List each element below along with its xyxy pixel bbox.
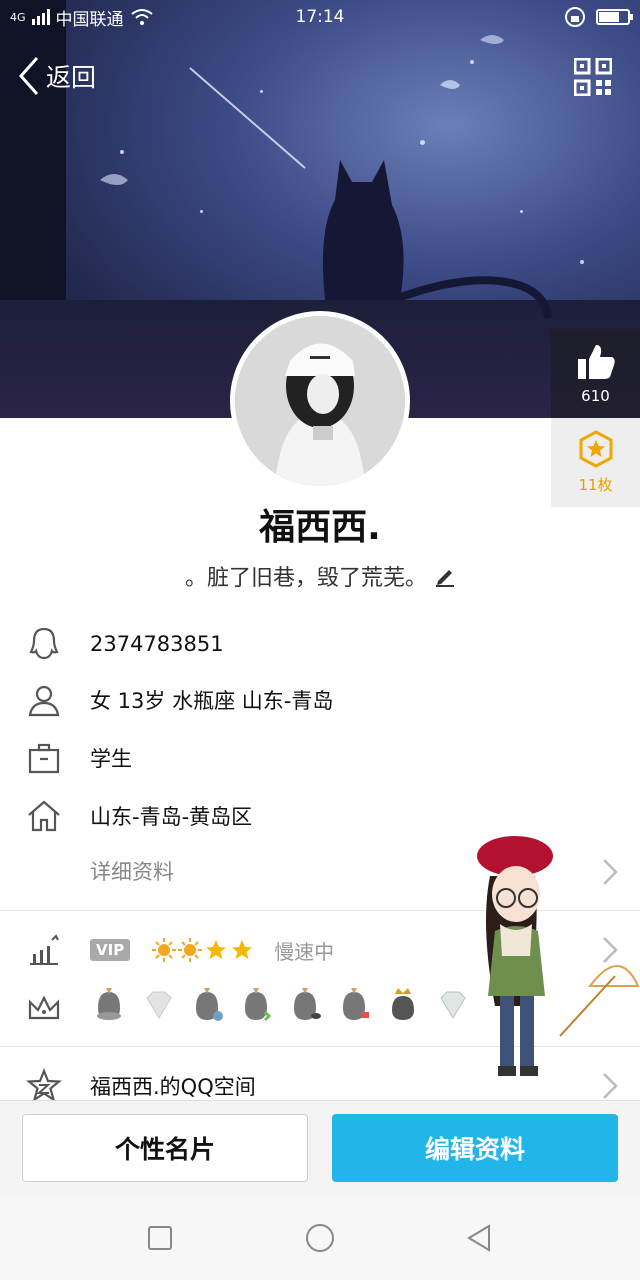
crown-penguin-badge-icon bbox=[392, 988, 414, 1020]
briefcase-icon bbox=[28, 743, 60, 774]
detail-info-link[interactable]: 详细资料 bbox=[90, 856, 174, 886]
back-triangle-icon[interactable] bbox=[465, 1223, 495, 1253]
vip-speed: 慢速中 bbox=[274, 939, 335, 964]
system-navigation-bar bbox=[0, 1196, 640, 1280]
qq-number: 2374783851 bbox=[90, 632, 224, 656]
crown-icon bbox=[28, 995, 60, 1020]
personal-info-row: 女 13岁 水瓶座 山东-青岛 bbox=[0, 672, 640, 728]
qq-penguin-badge-icon bbox=[294, 988, 321, 1020]
level-icons bbox=[152, 938, 254, 962]
star-level-icon bbox=[232, 940, 253, 959]
qzone-label: 福西西.的QQ空间 bbox=[90, 1075, 256, 1099]
qr-code-icon[interactable] bbox=[574, 58, 612, 96]
personal-info: 女 13岁 水瓶座 山东-青岛 bbox=[90, 689, 334, 713]
person-icon bbox=[28, 685, 60, 717]
qq-penguin-badge-icon bbox=[343, 988, 369, 1020]
diamond-badge-icon bbox=[146, 991, 172, 1019]
vip-info: VIP 慢速中 bbox=[90, 936, 334, 965]
back-label: 返回 bbox=[46, 63, 97, 92]
decorative-character-icon bbox=[477, 836, 640, 1076]
privilege-icons[interactable] bbox=[92, 986, 470, 1024]
qzone-star-icon bbox=[26, 1068, 62, 1102]
penguin-icon bbox=[29, 627, 59, 660]
signature-text: 。脏了旧巷，毁了荒芜。 bbox=[184, 566, 427, 591]
qq-penguin-badge-icon bbox=[196, 988, 223, 1021]
signature-row[interactable]: 。脏了旧巷，毁了荒芜。 bbox=[0, 560, 640, 592]
qq-penguin-badge-icon bbox=[245, 988, 272, 1022]
home-icon bbox=[28, 800, 60, 832]
home-button-icon[interactable] bbox=[305, 1223, 335, 1253]
status-time: 17:14 bbox=[295, 7, 345, 27]
occupation: 学生 bbox=[90, 747, 132, 771]
qq-number-row: 2374783851 bbox=[0, 616, 640, 672]
like-button[interactable]: 610 bbox=[551, 329, 640, 418]
profile-card-button[interactable]: 个性名片 bbox=[22, 1114, 308, 1182]
sun-level-icon bbox=[178, 938, 203, 962]
back-button[interactable]: 返回 bbox=[18, 56, 96, 96]
qq-penguin-badge-icon bbox=[97, 988, 121, 1020]
medal-button[interactable]: 11枚 bbox=[551, 418, 640, 507]
status-bar: 4G 中国联通 17:14 bbox=[0, 0, 640, 34]
like-count: 610 bbox=[581, 386, 610, 405]
occupation-row: 学生 bbox=[0, 730, 640, 786]
vip-badge: VIP bbox=[90, 939, 131, 961]
battery-icon bbox=[596, 9, 633, 25]
sun-level-icon bbox=[152, 938, 177, 962]
hometown: 山东-青岛-黄岛区 bbox=[90, 805, 253, 829]
medal-count: 11枚 bbox=[578, 476, 613, 494]
star-level-icon bbox=[206, 940, 227, 959]
avatar[interactable] bbox=[230, 311, 410, 491]
nickname: 福西西. bbox=[259, 507, 381, 548]
level-chart-icon bbox=[30, 934, 59, 965]
star-medal-icon bbox=[579, 430, 612, 468]
thumbs-up-icon bbox=[577, 344, 615, 379]
edit-pencil-icon[interactable] bbox=[435, 565, 455, 587]
edit-profile-button[interactable]: 编辑资料 bbox=[332, 1114, 618, 1182]
avatar-photo bbox=[235, 316, 405, 486]
chevron-left-icon bbox=[18, 57, 39, 95]
battery-level bbox=[599, 12, 619, 22]
recent-apps-icon[interactable] bbox=[145, 1223, 175, 1253]
